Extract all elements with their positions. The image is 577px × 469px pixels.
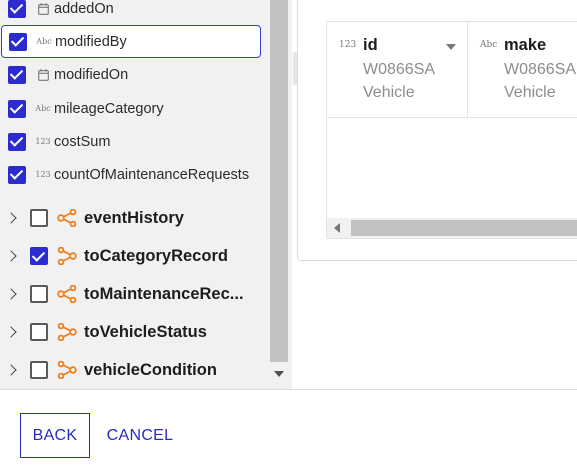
field-row[interactable]: addedOn [0, 0, 268, 25]
preview-table: 123 id W0866SA Vehicle Abc make W0866SA … [326, 21, 577, 239]
chevron-right-icon[interactable] [5, 250, 17, 262]
relationship-checkbox[interactable] [30, 285, 48, 303]
field-name: mileageCategory [54, 100, 164, 117]
field-row[interactable]: 123 costSum [0, 125, 268, 158]
preview-horizontal-scrollbar[interactable] [327, 218, 577, 238]
calendar-icon [34, 2, 52, 15]
relationship-checkbox[interactable] [30, 361, 48, 379]
column-sample-value: W0866SA [363, 61, 436, 78]
scroll-left-arrow-icon[interactable] [334, 223, 340, 233]
cancel-button[interactable]: CANCEL [104, 413, 176, 458]
field-list-scrollbar[interactable] [268, 0, 292, 389]
number-type-icon: 123 [35, 170, 51, 179]
field-row[interactable]: Abc mileageCategory [0, 92, 268, 125]
field-checkbox[interactable] [8, 165, 26, 184]
relationship-row[interactable]: toVehicleStatus [0, 313, 268, 351]
text-type-icon: Abc [35, 104, 51, 113]
many-to-one-relation-icon [57, 361, 77, 379]
many-to-one-relation-icon [57, 323, 77, 341]
column-name: id [363, 36, 378, 54]
column-menu-caret-icon[interactable] [446, 44, 456, 50]
scrollbar-thumb[interactable] [351, 220, 577, 236]
relationship-row[interactable]: vehicleCondition [0, 351, 268, 389]
column-type-label: Abc [480, 40, 498, 50]
relationship-checkbox[interactable] [30, 323, 48, 341]
relationship-name: toVehicleStatus [84, 322, 207, 341]
relationship-checkbox[interactable] [30, 209, 48, 227]
chevron-right-icon[interactable] [5, 326, 17, 338]
field-checkbox[interactable] [8, 65, 26, 84]
relationship-name: toCategoryRecord [84, 246, 228, 265]
relationship-row[interactable]: toCategoryRecord [0, 237, 268, 275]
field-row[interactable]: modifiedOn [0, 58, 268, 91]
chevron-right-icon[interactable] [5, 288, 17, 300]
field-list-panel: addedOn Abc modifiedBy modifiedOn Abc mileage… [0, 0, 268, 389]
field-row[interactable]: 123 countOfMaintenanceRequests [0, 158, 268, 191]
relationship-checkbox[interactable] [30, 247, 48, 265]
dialog-footer: BACK CANCEL [0, 389, 577, 469]
column-type-label: 123 [339, 40, 357, 50]
field-checkbox[interactable] [8, 0, 26, 18]
relationship-name: toMaintenanceRec... [84, 284, 244, 303]
chevron-right-icon[interactable] [5, 212, 17, 224]
field-checkbox[interactable] [8, 99, 26, 118]
field-checkbox[interactable] [9, 32, 27, 51]
chevron-right-icon[interactable] [5, 364, 17, 376]
relationship-name: vehicleCondition [84, 360, 217, 379]
column-name: make [504, 36, 547, 54]
field-name: modifiedBy [55, 33, 127, 50]
field-name: costSum [54, 133, 111, 150]
scroll-down-arrow-icon[interactable] [274, 371, 284, 377]
column-header-make[interactable]: Abc make W0866SA Vehicle [468, 22, 577, 118]
column-header-id[interactable]: 123 id W0866SA Vehicle [327, 22, 468, 118]
back-button[interactable]: BACK [20, 413, 90, 458]
field-name: addedOn [54, 0, 114, 17]
column-sample-value: W0866SA [504, 61, 577, 78]
scrollbar-thumb[interactable] [270, 0, 288, 362]
one-to-many-relation-icon [57, 209, 77, 227]
field-row[interactable]: Abc modifiedBy [1, 25, 261, 58]
one-to-many-relation-icon [57, 285, 77, 303]
field-name: modifiedOn [54, 66, 129, 83]
number-type-icon: 123 [35, 137, 51, 146]
column-sample-value: Vehicle [363, 84, 415, 101]
text-type-icon: Abc [36, 37, 52, 46]
relationship-row[interactable]: toMaintenanceRec... [0, 275, 268, 313]
relationship-row[interactable]: eventHistory [0, 199, 268, 237]
relationship-name: eventHistory [84, 208, 184, 227]
calendar-icon [34, 68, 52, 81]
column-sample-value: Vehicle [504, 84, 556, 101]
many-to-one-relation-icon [57, 247, 77, 265]
field-name: countOfMaintenanceRequests [54, 166, 250, 183]
field-checkbox[interactable] [8, 132, 26, 151]
